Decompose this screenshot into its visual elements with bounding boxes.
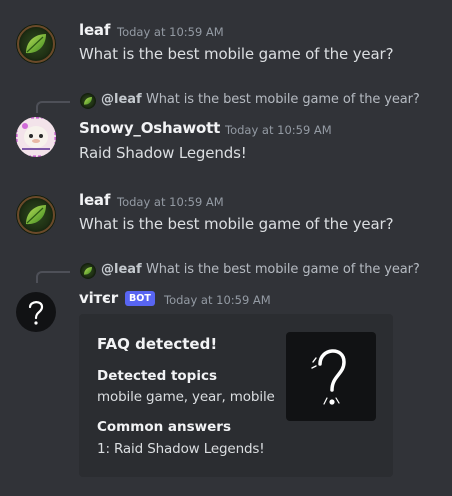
reply-mention[interactable]: @leaf xyxy=(101,92,142,107)
message-author[interactable]: leaf xyxy=(79,191,110,209)
message-timestamp: Today at 10:59 AM xyxy=(225,123,332,137)
message-timestamp: Today at 10:59 AM xyxy=(117,25,224,39)
embed-field-name: Detected topics xyxy=(97,368,218,384)
message-timestamp: Today at 10:59 AM xyxy=(117,195,224,209)
message-author[interactable]: leaf xyxy=(79,21,110,39)
reply-preview-text[interactable]: What is the best mobile game of the year… xyxy=(146,92,420,107)
reply-connector xyxy=(36,271,70,283)
leaf-avatar[interactable] xyxy=(16,24,56,64)
oshawott-avatar[interactable] xyxy=(16,117,56,157)
question-mark-thumbnail-icon[interactable] xyxy=(286,332,376,421)
leaf-avatar[interactable] xyxy=(16,195,56,235)
leaf-avatar-small[interactable] xyxy=(80,263,96,279)
embed-field-value: 1: Raid Shadow Legends! xyxy=(97,441,265,457)
message-content: What is the best mobile game of the year… xyxy=(79,45,394,63)
leaf-avatar-small[interactable] xyxy=(80,93,96,109)
bot-badge: BOT xyxy=(125,291,155,306)
embed-title: FAQ detected! xyxy=(97,335,218,353)
reply-preview-text[interactable]: What is the best mobile game of the year… xyxy=(146,262,420,277)
message-author[interactable]: Snowy_Oshawott xyxy=(79,119,220,137)
message-timestamp: Today at 10:59 AM xyxy=(164,293,271,307)
embed-field-name: Common answers xyxy=(97,419,231,435)
faq-embed: FAQ detected! Detected topics mobile gam… xyxy=(79,314,393,477)
question-mark-avatar[interactable] xyxy=(16,292,56,332)
reply-connector xyxy=(36,101,70,113)
reply-mention[interactable]: @leaf xyxy=(101,262,142,277)
message-content: What is the best mobile game of the year… xyxy=(79,215,394,233)
embed-field-value: mobile game, year, mobile xyxy=(97,389,275,405)
message-content: Raid Shadow Legends! xyxy=(79,144,247,162)
message-author[interactable]: vітєr xyxy=(79,289,118,307)
